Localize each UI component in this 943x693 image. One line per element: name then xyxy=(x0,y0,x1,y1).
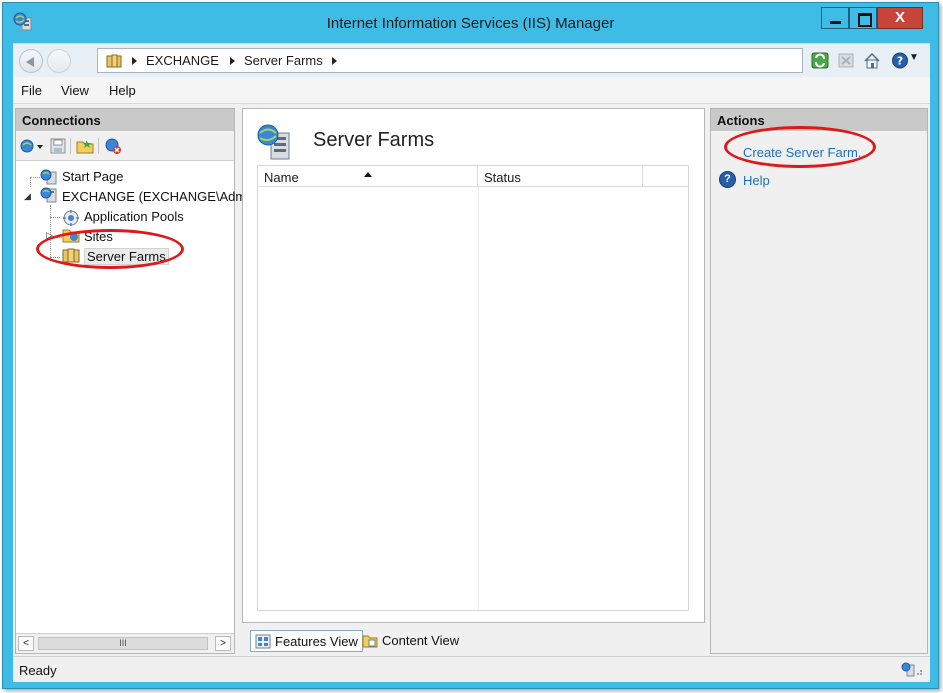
iis-manager-window: Internet Information Services (IIS) Mana… xyxy=(2,2,939,689)
column-name-label: Name xyxy=(264,170,299,185)
toolbar-divider xyxy=(98,138,99,154)
main-content: Connections Start Page ◢ EXCHANGE (EXCHA… xyxy=(13,104,930,656)
server-farm-icon xyxy=(106,54,122,68)
column-divider xyxy=(478,187,479,610)
tree-line xyxy=(30,177,31,187)
column-header-status[interactable]: Status xyxy=(478,166,643,187)
address-bar[interactable]: EXCHANGE Server Farms xyxy=(97,48,803,73)
content-view-icon xyxy=(362,635,378,648)
navigation-bar: EXCHANGE Server Farms ? ▼ xyxy=(13,43,930,77)
connections-panel: Connections Start Page ◢ EXCHANGE (EXCHA… xyxy=(15,108,246,654)
menu-help[interactable]: Help xyxy=(109,83,136,98)
chevron-down-icon[interactable]: ▼ xyxy=(909,52,919,63)
help-icon: ? xyxy=(719,171,736,188)
server-farms-page-icon xyxy=(257,124,290,160)
svg-text:?: ? xyxy=(897,55,903,68)
save-icon[interactable] xyxy=(50,138,66,154)
collapse-arrow-icon[interactable]: ◢ xyxy=(24,191,31,202)
back-button[interactable] xyxy=(19,49,43,73)
connection-status-icon xyxy=(901,662,922,677)
connect-icon[interactable] xyxy=(20,138,46,154)
help-icon[interactable]: ? xyxy=(891,52,909,69)
status-text: Ready xyxy=(19,663,57,678)
tab-features-view[interactable]: Features View xyxy=(250,630,363,652)
tree-item-application-pools[interactable]: Application Pools xyxy=(84,209,184,224)
stop-icon[interactable] xyxy=(837,52,855,69)
scroll-left-icon[interactable]: < xyxy=(18,636,34,651)
content-view-label: Content View xyxy=(382,633,460,648)
column-header-name[interactable]: Name xyxy=(258,166,478,187)
help-link[interactable]: Help xyxy=(743,173,770,188)
title-bar: Internet Information Services (IIS) Mana… xyxy=(3,3,938,43)
refresh-icon[interactable] xyxy=(811,52,829,69)
minimize-button[interactable] xyxy=(821,7,849,29)
app-pools-icon xyxy=(63,210,79,226)
scroll-right-icon[interactable]: > xyxy=(215,636,231,651)
start-page-icon xyxy=(40,169,57,185)
breadcrumb-separator-icon xyxy=(132,57,137,65)
maximize-button[interactable] xyxy=(849,7,877,29)
menu-file[interactable]: File xyxy=(21,83,42,98)
add-application-icon[interactable] xyxy=(76,138,94,154)
tree-line xyxy=(30,177,40,178)
connections-toolbar xyxy=(16,131,234,161)
connections-header: Connections xyxy=(16,109,234,131)
server-icon xyxy=(40,187,57,203)
page-title: Server Farms xyxy=(313,129,435,151)
tree-item-start-page[interactable]: Start Page xyxy=(62,169,123,184)
tab-content-view[interactable]: Content View xyxy=(358,630,463,652)
actions-panel: Actions Create Server Farm... ? Help xyxy=(710,108,928,654)
server-farms-list[interactable]: Name Status xyxy=(257,165,689,611)
breadcrumb-separator-icon xyxy=(230,57,235,65)
view-tabs: Features View Content View xyxy=(242,626,705,654)
breadcrumb-server-farms[interactable]: Server Farms xyxy=(244,53,323,68)
column-status-label: Status xyxy=(484,170,521,185)
home-icon[interactable] xyxy=(863,52,881,69)
horizontal-scrollbar[interactable]: < III > xyxy=(16,633,234,653)
list-header: Name Status xyxy=(258,166,688,187)
annotation-circle-server-farms xyxy=(36,229,184,269)
sort-ascending-icon xyxy=(364,172,372,177)
forward-button[interactable] xyxy=(47,49,71,73)
features-view-label: Features View xyxy=(275,634,358,649)
annotation-circle-create-server-farm xyxy=(724,126,876,168)
status-bar: Ready xyxy=(13,656,930,682)
breadcrumb-exchange[interactable]: EXCHANGE xyxy=(146,53,219,68)
breadcrumb-separator-icon[interactable] xyxy=(332,57,337,65)
disconnect-icon[interactable] xyxy=(104,138,122,154)
scrollbar-thumb[interactable]: III xyxy=(38,637,208,650)
tree-item-exchange-server[interactable]: EXCHANGE (EXCHANGE\Adm xyxy=(62,189,246,204)
features-view-icon xyxy=(255,634,271,649)
menu-view[interactable]: View xyxy=(61,83,89,98)
tree-line xyxy=(50,217,60,218)
close-icon: X xyxy=(894,9,905,26)
close-button[interactable]: X xyxy=(877,7,923,29)
server-farms-feature-page: Server Farms Name Status xyxy=(242,108,705,623)
window-title: Internet Information Services (IIS) Mana… xyxy=(326,15,615,32)
center-panel: Server Farms Name Status Features View C… xyxy=(242,108,705,654)
menu-bar: File View Help xyxy=(13,77,930,104)
toolbar-divider xyxy=(70,138,71,154)
